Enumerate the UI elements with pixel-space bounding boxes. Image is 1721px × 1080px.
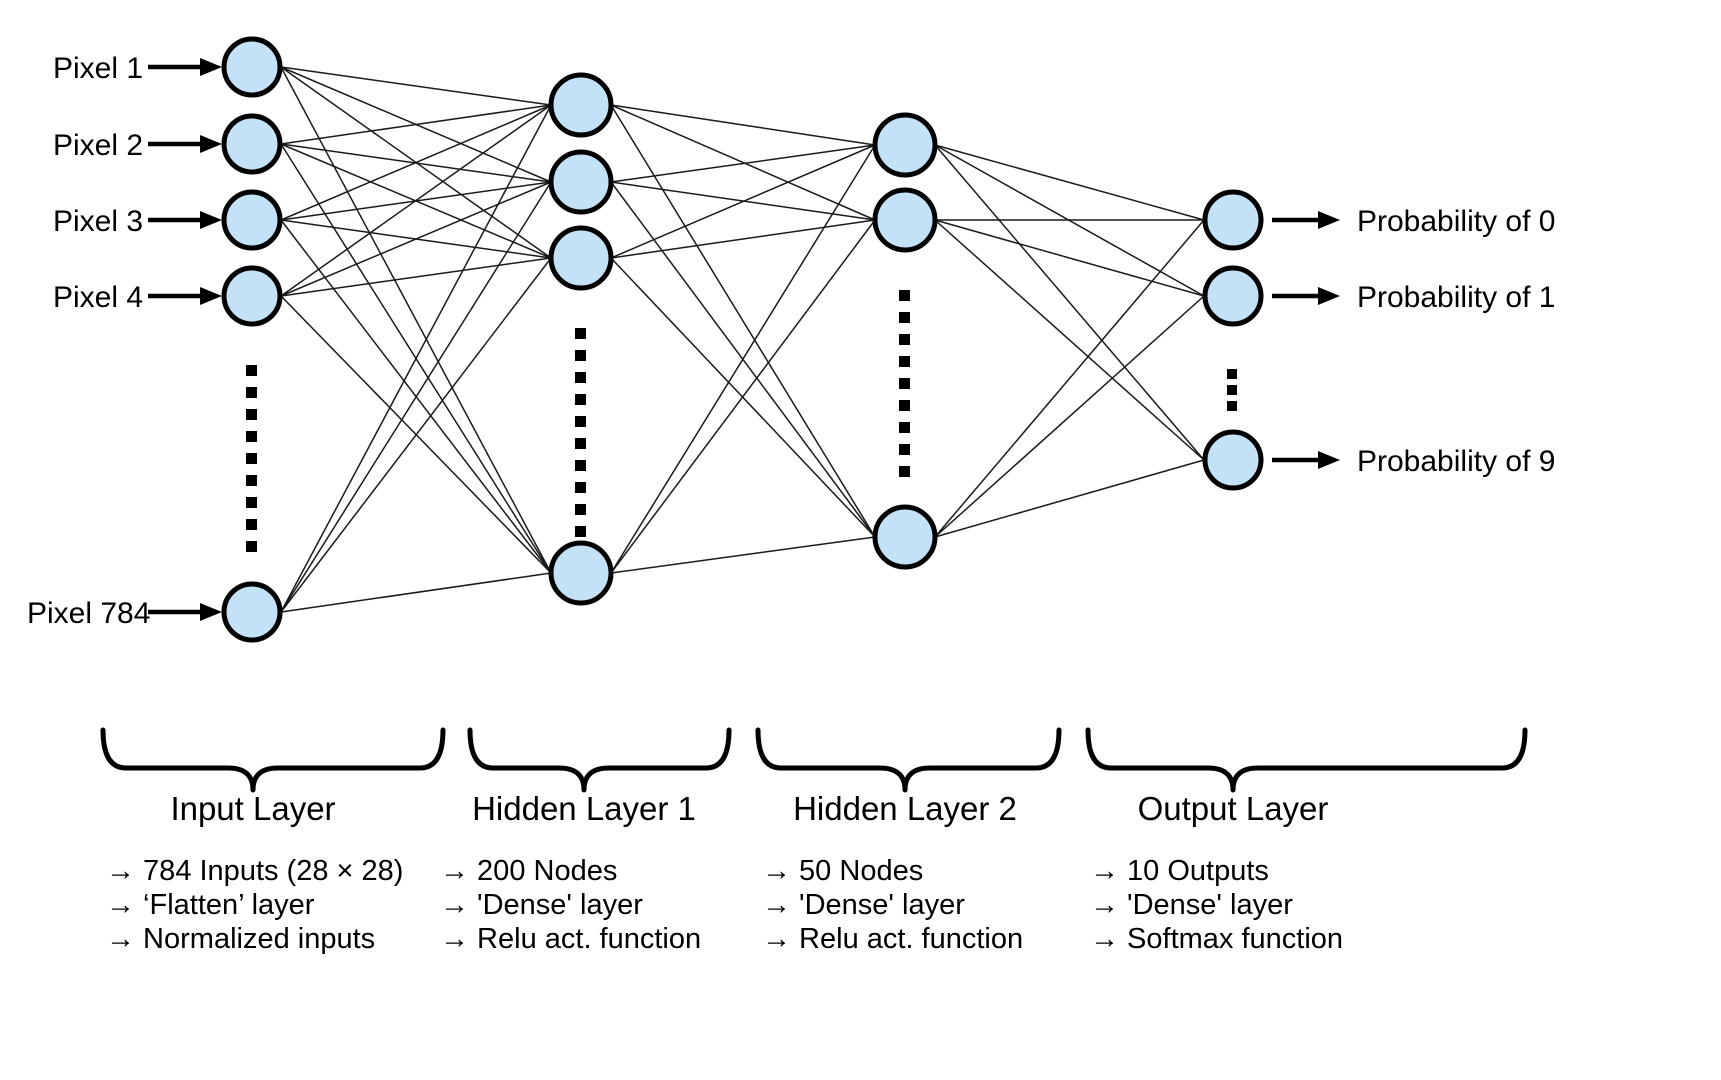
bullet-hidden1-3: → Relu act. function — [440, 923, 701, 955]
brace-output-layer — [1085, 727, 1528, 793]
output-arrows — [1272, 211, 1340, 469]
hidden1-node-1[interactable] — [548, 72, 614, 138]
input-node-pixel-784[interactable] — [221, 581, 283, 643]
input-node-pixel-1[interactable] — [221, 36, 283, 98]
input-arrows — [148, 58, 222, 621]
input-node-pixel-2[interactable] — [221, 113, 283, 175]
layer-title-input: Input Layer — [170, 790, 335, 827]
layer-braces — [100, 727, 1528, 793]
bullet-hidden2-1: → 50 Nodes — [762, 855, 923, 887]
network-canvas: Pixel 1 Pixel 2 Pixel 3 Pixel 4 Pixel 78… — [27, 36, 1555, 955]
output-labels: Probability of 0 Probability of 1 Probab… — [1357, 205, 1555, 478]
output-node-prob-0[interactable] — [1202, 189, 1264, 251]
input-labels: Pixel 1 Pixel 2 Pixel 3 Pixel 4 Pixel 78… — [27, 52, 150, 630]
bullet-hidden1-1: → 200 Nodes — [440, 855, 617, 887]
connections-hidden1-to-hidden2 — [610, 104, 876, 574]
output-layer-ellipsis-icon — [1227, 369, 1237, 411]
layer-title-hidden-2: Hidden Layer 2 — [793, 790, 1017, 827]
layer-title-output: Output Layer — [1138, 790, 1329, 827]
brace-input-layer — [100, 727, 446, 793]
output-node-prob-9[interactable] — [1202, 429, 1264, 491]
bullet-output-1: → 10 Outputs — [1090, 855, 1269, 887]
bullet-hidden2-2: → 'Dense' layer — [762, 889, 965, 921]
layer-bullets-hidden-1: → 200 Nodes → 'Dense' layer → Relu act. … — [440, 855, 701, 955]
bullet-input-2: → ‘Flatten’ layer — [106, 889, 315, 921]
hidden-layer-1-ellipsis-icon — [575, 328, 586, 537]
output-layer-nodes — [1202, 189, 1264, 491]
bullet-input-3: → Normalized inputs — [106, 923, 375, 955]
output-label-prob-1: Probability of 1 — [1357, 281, 1555, 314]
bullet-output-3: → Softmax function — [1090, 923, 1343, 955]
brace-hidden-layer-2 — [755, 727, 1062, 793]
hidden2-node-n[interactable] — [872, 504, 938, 570]
layer-bullets-input: → 784 Inputs (28 × 28) → ‘Flatten’ layer… — [106, 855, 403, 955]
output-label-prob-0: Probability of 0 — [1357, 205, 1555, 238]
layer-titles: Input Layer Hidden Layer 1 Hidden Layer … — [170, 790, 1328, 827]
input-label-pixel-3: Pixel 3 — [53, 205, 143, 238]
hidden1-node-n[interactable] — [548, 540, 614, 606]
bullet-hidden2-3: → Relu act. function — [762, 923, 1023, 955]
input-label-pixel-2: Pixel 2 — [53, 129, 143, 162]
bullet-input-1: → 784 Inputs (28 × 28) — [106, 855, 403, 887]
neural-network-diagram: Pixel 1 Pixel 2 Pixel 3 Pixel 4 Pixel 78… — [0, 0, 1721, 1080]
bullet-hidden1-2: → 'Dense' layer — [440, 889, 643, 921]
input-node-pixel-3[interactable] — [221, 189, 283, 251]
layer-bullets-hidden-2: → 50 Nodes → 'Dense' layer → Relu act. f… — [762, 855, 1023, 955]
layer-title-hidden-1: Hidden Layer 1 — [472, 790, 696, 827]
brace-hidden-layer-1 — [467, 727, 732, 793]
bullet-output-2: → 'Dense' layer — [1090, 889, 1293, 921]
hidden1-node-3[interactable] — [548, 225, 614, 291]
connections-hidden2-to-output — [934, 144, 1205, 538]
input-layer-ellipsis-icon — [246, 365, 257, 552]
layer-bullets-output: → 10 Outputs → 'Dense' layer → Softmax f… — [1090, 855, 1343, 955]
input-label-pixel-1: Pixel 1 — [53, 52, 143, 85]
input-label-pixel-4: Pixel 4 — [53, 281, 143, 314]
input-node-pixel-4[interactable] — [221, 265, 283, 327]
hidden2-node-2[interactable] — [872, 187, 938, 253]
output-label-prob-9: Probability of 9 — [1357, 445, 1555, 478]
input-label-pixel-784: Pixel 784 — [27, 597, 150, 630]
output-node-prob-1[interactable] — [1202, 265, 1264, 327]
hidden1-node-2[interactable] — [548, 149, 614, 215]
connections-input-to-hidden1 — [280, 66, 552, 613]
hidden-layer-2-ellipsis-icon — [899, 290, 910, 477]
hidden2-node-1[interactable] — [872, 112, 938, 178]
